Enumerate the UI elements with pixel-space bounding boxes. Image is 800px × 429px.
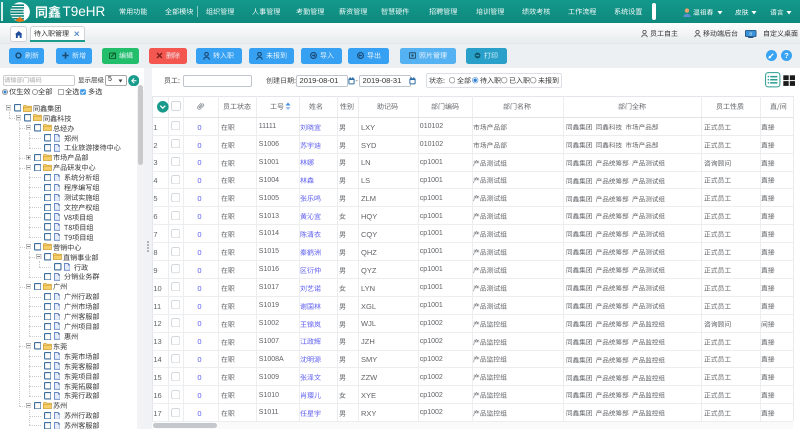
svg-text:?: ?	[784, 51, 789, 60]
